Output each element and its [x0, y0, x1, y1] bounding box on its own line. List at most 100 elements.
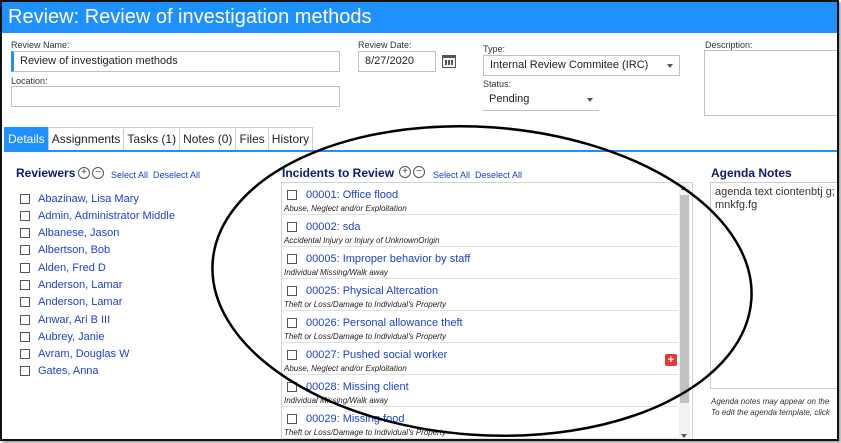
incident-item[interactable]: 00026: Personal allowance theft Theft or …	[282, 311, 678, 343]
reviewer-checkbox[interactable]	[20, 332, 30, 342]
incident-checkbox[interactable]	[287, 222, 297, 232]
incident-item[interactable]: 00025: Physical Altercation Theft or Loss…	[282, 279, 678, 311]
incidents-deselect-all-link[interactable]: Deselect All	[475, 170, 522, 180]
incident-item[interactable]: 00002: sda Accidental Injury or Injury of…	[282, 215, 678, 247]
reviewer-name[interactable]: Avram, Douglas W	[38, 348, 130, 360]
tab-details[interactable]: Details	[4, 127, 49, 151]
tab-tasks[interactable]: Tasks (1)	[123, 127, 181, 151]
incident-checkbox[interactable]	[287, 318, 297, 328]
chevron-down-icon	[587, 98, 593, 102]
reviewer-checkbox[interactable]	[20, 194, 30, 204]
incidents-title: Incidents to Review	[282, 166, 395, 180]
tab-files[interactable]: Files	[235, 127, 269, 151]
review-name-input[interactable]: Review of investigation methods	[11, 51, 340, 72]
status-label: Status:	[483, 79, 512, 89]
incident-title[interactable]: 00005: Improper behavior by staff	[306, 253, 470, 265]
reviewer-name[interactable]: Albanese, Jason	[38, 227, 119, 239]
incident-title[interactable]: 00028: Missing client	[306, 381, 409, 393]
location-input[interactable]	[11, 86, 340, 107]
reviewer-item[interactable]: Anwar, Ari B III	[20, 312, 110, 328]
reviewer-checkbox[interactable]	[20, 245, 30, 255]
incident-title[interactable]: 00001: Office flood	[306, 189, 398, 201]
expand-all-icon[interactable]: +	[78, 167, 90, 179]
calendar-icon[interactable]	[442, 55, 456, 68]
reviewers-title: Reviewers	[16, 166, 76, 180]
tab-history[interactable]: History	[267, 127, 314, 151]
reviewer-name[interactable]: Albertson, Bob	[38, 244, 110, 256]
incident-checkbox[interactable]	[287, 350, 297, 360]
reviewer-item[interactable]: Alden, Fred D	[20, 260, 106, 276]
page-title: Review: Review of investigation methods	[2, 2, 837, 33]
incident-item[interactable]: 00027: Pushed social worker Abuse, Neglec…	[282, 343, 678, 375]
incidents-scrollbar[interactable]	[679, 183, 690, 439]
reviewer-checkbox[interactable]	[20, 297, 30, 307]
reviewer-item[interactable]: Avram, Douglas W	[20, 346, 130, 362]
incident-category: Abuse, Neglect and/or Exploitation	[284, 204, 407, 213]
reviewer-checkbox[interactable]	[20, 280, 30, 290]
reviewer-checkbox[interactable]	[20, 366, 30, 376]
reviewer-item[interactable]: Abazinaw, Lisa Mary	[20, 191, 139, 207]
incident-item[interactable]: 00029: Missing food Theft or Loss/Damage …	[282, 407, 678, 439]
review-window: Review: Review of investigation methods …	[0, 0, 839, 441]
incident-checkbox[interactable]	[287, 254, 297, 264]
reviewer-item[interactable]: Anderson, Lamar	[20, 294, 122, 310]
reviewer-name[interactable]: Anwar, Ari B III	[38, 314, 110, 326]
reviewer-checkbox[interactable]	[20, 315, 30, 325]
reviewer-item[interactable]: Albertson, Bob	[20, 242, 110, 258]
reviewer-item[interactable]: Gates, Anna	[20, 363, 99, 379]
incident-item[interactable]: 00005: Improper behavior by staff Individ…	[282, 247, 678, 279]
incident-item[interactable]: 00001: Office flood Abuse, Neglect and/or…	[282, 183, 678, 215]
tab-bar: Details Assignments Tasks (1) Notes (0) …	[4, 127, 314, 151]
add-icon[interactable]: +	[665, 354, 677, 366]
reviewer-name[interactable]: Gates, Anna	[38, 365, 99, 377]
reviewer-checkbox[interactable]	[20, 228, 30, 238]
incident-title[interactable]: 00029: Missing food	[306, 413, 404, 425]
reviewer-name[interactable]: Anderson, Lamar	[38, 296, 122, 308]
scroll-down-icon[interactable]	[681, 434, 687, 438]
incident-title[interactable]: 00026: Personal allowance theft	[306, 317, 463, 329]
incident-title[interactable]: 00002: sda	[306, 221, 360, 233]
reviewer-item[interactable]: Admin, Administrator Middle	[20, 208, 175, 224]
incident-checkbox[interactable]	[287, 286, 297, 296]
reviewer-name[interactable]: Aubrey, Janie	[38, 331, 104, 343]
tab-assignments[interactable]: Assignments	[47, 127, 125, 151]
scrollbar-thumb[interactable]	[680, 195, 689, 403]
reviewer-name[interactable]: Admin, Administrator Middle	[38, 210, 175, 222]
agenda-hint-line1: Agenda notes may appear on the	[711, 397, 830, 406]
incident-checkbox[interactable]	[287, 414, 297, 424]
incident-category: Individual Missing/Walk away	[284, 268, 388, 277]
agenda-notes-title: Agenda Notes	[711, 166, 792, 180]
review-date-input[interactable]: 8/27/2020	[358, 51, 436, 72]
type-label: Type:	[483, 44, 506, 54]
location-label: Location:	[11, 76, 48, 86]
incident-checkbox[interactable]	[287, 190, 297, 200]
reviewer-name[interactable]: Alden, Fred D	[38, 262, 106, 274]
reviewer-checkbox[interactable]	[20, 211, 30, 221]
status-select[interactable]: Pending	[483, 90, 599, 111]
reviewers-deselect-all-link[interactable]: Deselect All	[153, 170, 200, 180]
incident-category: Theft or Loss/Damage to Individual's Pro…	[284, 300, 447, 309]
collapse-all-icon[interactable]: −	[92, 167, 104, 179]
reviewer-item[interactable]: Aubrey, Janie	[20, 329, 104, 345]
expand-all-icon[interactable]: +	[399, 166, 411, 178]
incident-title[interactable]: 00027: Pushed social worker	[306, 349, 447, 361]
agenda-hint-line2: To edit the agenda template, click	[711, 408, 830, 417]
reviewer-item[interactable]: Anderson, Lamar	[20, 277, 122, 293]
reviewer-name[interactable]: Anderson, Lamar	[38, 279, 122, 291]
reviewer-item[interactable]: Albanese, Jason	[20, 225, 119, 241]
incident-checkbox[interactable]	[287, 382, 297, 392]
tab-notes[interactable]: Notes (0)	[179, 127, 237, 151]
incident-title[interactable]: 00025: Physical Altercation	[306, 285, 438, 297]
reviewer-name[interactable]: Abazinaw, Lisa Mary	[38, 193, 139, 205]
type-select[interactable]: Internal Review Commitee (IRC)	[483, 55, 680, 76]
reviewer-checkbox[interactable]	[20, 349, 30, 359]
reviewers-select-all-link[interactable]: Select All	[111, 170, 148, 180]
scroll-up-icon[interactable]	[681, 186, 687, 190]
tab-underline	[4, 150, 837, 152]
incidents-select-all-link[interactable]: Select All	[433, 170, 470, 180]
agenda-notes-input[interactable]: agenda text ciontenbtj g; mnkfg.fg	[710, 182, 837, 389]
collapse-all-icon[interactable]: −	[413, 166, 425, 178]
incident-item[interactable]: 00028: Missing client Individual Missing/…	[282, 375, 678, 407]
reviewer-checkbox[interactable]	[20, 263, 30, 273]
description-input[interactable]	[704, 50, 837, 116]
